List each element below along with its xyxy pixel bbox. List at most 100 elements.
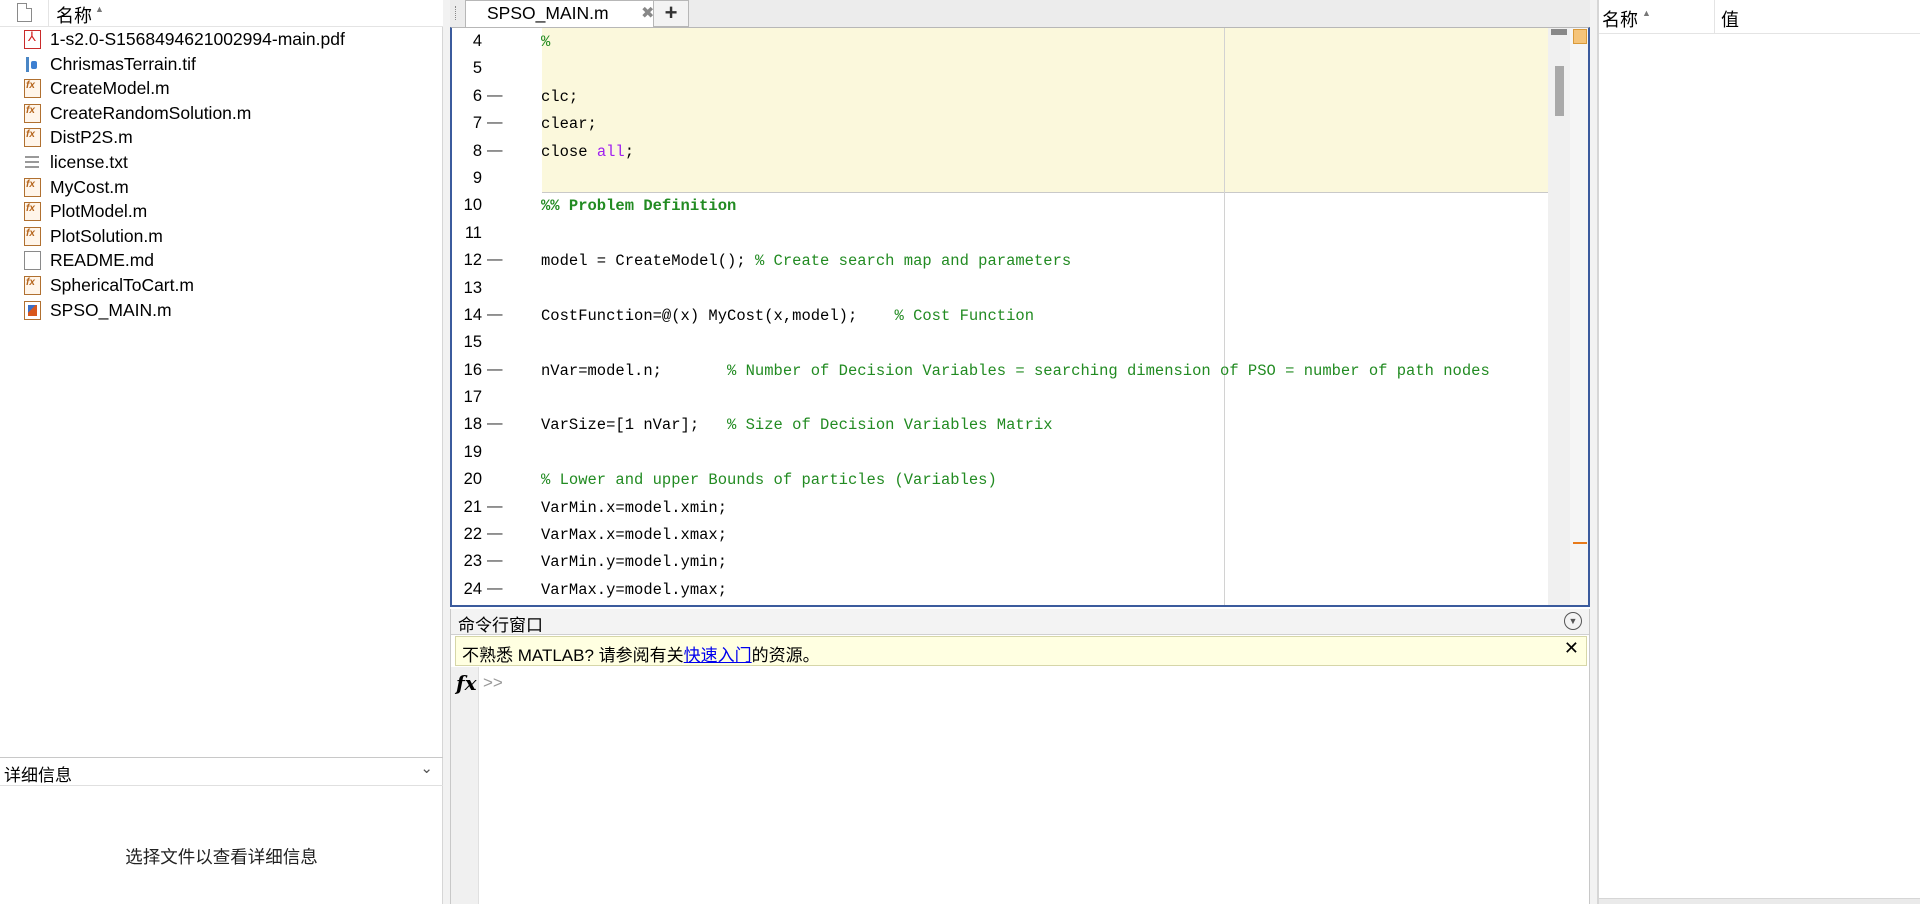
file-item[interactable]: MyCost.m — [0, 175, 443, 200]
file-type-column-icon[interactable] — [17, 3, 32, 22]
new-tab-button[interactable]: + — [653, 0, 689, 27]
panel-splitter-left[interactable] — [443, 0, 450, 904]
line-number[interactable]: 20 — [452, 470, 482, 489]
code-text[interactable]: VarMax.y=model.ymax; — [541, 581, 727, 599]
breakpoint-marker[interactable]: — — [487, 361, 503, 379]
getting-started-link[interactable]: 快速入门 — [684, 646, 752, 665]
file-item[interactable]: DistP2S.m — [0, 125, 443, 150]
line-number[interactable]: 16 — [452, 361, 482, 380]
breakpoint-marker[interactable]: — — [487, 306, 503, 324]
code-text[interactable]: VarMin.x=model.xmin; — [541, 499, 727, 517]
code-line[interactable]: 8 — close all; — [452, 138, 1548, 165]
chevron-down-icon[interactable]: ⌄ — [420, 759, 433, 777]
breakpoint-marker[interactable]: — — [487, 580, 503, 598]
code-text[interactable]: clear; — [541, 115, 597, 133]
code-line[interactable]: 10 %% Problem Definition — [452, 192, 1548, 219]
code-line[interactable]: 12 — model = CreateModel(); % Create searc… — [452, 247, 1548, 274]
code-line[interactable]: 16 — nVar=model.n; % Number of Decision Va… — [452, 357, 1548, 384]
split-handle[interactable] — [1551, 29, 1567, 35]
breakpoint-marker[interactable]: — — [487, 415, 503, 433]
file-item[interactable]: CreateRandomSolution.m — [0, 101, 443, 126]
code-line[interactable]: 11 — [452, 220, 1548, 247]
code-line[interactable]: 21 — VarMin.x=model.xmin; — [452, 494, 1548, 521]
function-browser-icon[interactable]: fx — [456, 671, 477, 695]
workspace-scrollbar[interactable] — [1599, 898, 1920, 904]
code-line[interactable]: 22 — VarMax.x=model.xmax; — [452, 521, 1548, 548]
file-item[interactable]: PlotModel.m — [0, 199, 443, 224]
line-number[interactable]: 8 — [452, 142, 482, 161]
file-item[interactable]: SPSO_MAIN.m — [0, 298, 443, 323]
tab-bar-grip[interactable] — [455, 6, 457, 20]
file-item[interactable]: ChrismasTerrain.tif — [0, 52, 443, 77]
code-line[interactable]: 14 — CostFunction=@(x) MyCost(x,model); % … — [452, 302, 1548, 329]
line-number[interactable]: 14 — [452, 306, 482, 325]
code-text[interactable]: model = CreateModel(); % Create search m… — [541, 252, 1071, 270]
line-number[interactable]: 22 — [452, 525, 482, 544]
code-text[interactable]: VarSize=[1 nVar]; % Size of Decision Var… — [541, 416, 1053, 434]
code-line[interactable]: 24 — VarMax.y=model.ymax; — [452, 576, 1548, 603]
code-line[interactable]: 18 — VarSize=[1 nVar]; % Size of Decision … — [452, 411, 1548, 438]
breakpoint-marker[interactable]: — — [487, 498, 503, 516]
code-text[interactable]: nVar=model.n; % Number of Decision Varia… — [541, 362, 1490, 380]
details-header[interactable]: 详细信息 ⌄ — [0, 758, 443, 786]
code-text[interactable]: CostFunction=@(x) MyCost(x,model); % Cos… — [541, 307, 1034, 325]
line-number[interactable]: 15 — [452, 333, 482, 352]
code-line[interactable]: 20 % Lower and upper Bounds of particles … — [452, 466, 1548, 493]
code-line[interactable]: 9 — [452, 165, 1548, 192]
line-number[interactable]: 7 — [452, 114, 482, 133]
line-number[interactable]: 18 — [452, 415, 482, 434]
code-editor[interactable]: 4% 5 6 — clc; 7 — clear; 8 — close all; 9 10 %% Probl… — [450, 27, 1590, 607]
code-line[interactable]: 5 — [452, 55, 1548, 82]
breakpoint-marker[interactable]: — — [487, 114, 503, 132]
file-item[interactable]: SphericalToCart.m — [0, 273, 443, 298]
code-text[interactable]: %% Problem Definition — [541, 197, 736, 215]
column-divider[interactable] — [1714, 0, 1715, 34]
line-number[interactable]: 10 — [452, 196, 482, 215]
code-text[interactable]: close all; — [541, 143, 634, 161]
code-text[interactable]: % — [541, 33, 550, 51]
code-line[interactable]: 7 — clear; — [452, 110, 1548, 137]
line-number[interactable]: 12 — [452, 251, 482, 270]
line-number[interactable]: 23 — [452, 552, 482, 571]
code-line[interactable]: 6 — clc; — [452, 83, 1548, 110]
file-item[interactable]: 1-s2.0-S1568494621002994-main.pdf — [0, 27, 443, 52]
code-line[interactable]: 17 — [452, 384, 1548, 411]
scrollbar-thumb[interactable] — [1555, 66, 1564, 116]
line-number[interactable]: 21 — [452, 498, 482, 517]
command-prompt[interactable]: >> — [483, 673, 503, 693]
line-number[interactable]: 11 — [452, 224, 482, 243]
warning-status-icon[interactable] — [1573, 29, 1587, 44]
code-text[interactable]: % Lower and upper Bounds of particles (V… — [541, 471, 997, 489]
panel-splitter-right[interactable] — [1590, 0, 1597, 904]
line-number[interactable]: 13 — [452, 279, 482, 298]
tab-spso-main[interactable]: SPSO_MAIN.m ✖ — [465, 0, 655, 27]
file-item[interactable]: PlotSolution.m — [0, 224, 443, 249]
code-text[interactable]: VarMin.y=model.ymin; — [541, 553, 727, 571]
breakpoint-marker[interactable]: — — [487, 142, 503, 160]
code-lines[interactable]: 4% 5 6 — clc; 7 — clear; 8 — close all; 9 10 %% Probl… — [452, 28, 1548, 603]
code-line[interactable]: 15 — [452, 329, 1548, 356]
breakpoint-marker[interactable]: — — [487, 251, 503, 269]
line-number[interactable]: 19 — [452, 443, 482, 462]
code-line[interactable]: 13 — [452, 275, 1548, 302]
code-line[interactable]: 4% — [452, 28, 1548, 55]
code-text[interactable]: clc; — [541, 88, 578, 106]
line-number[interactable]: 5 — [452, 59, 482, 78]
warning-marker[interactable] — [1573, 542, 1587, 544]
code-line[interactable]: 19 — [452, 439, 1548, 466]
workspace-name-column[interactable]: 名称 — [1602, 6, 1638, 32]
file-item[interactable]: README.md — [0, 248, 443, 273]
file-item[interactable]: CreateModel.m — [0, 76, 443, 101]
breakpoint-marker[interactable]: — — [487, 525, 503, 543]
breakpoint-marker[interactable]: — — [487, 552, 503, 570]
column-divider[interactable] — [48, 0, 49, 27]
close-icon[interactable]: ✕ — [1564, 638, 1579, 659]
name-column-header[interactable]: 名称 — [56, 2, 92, 28]
line-number[interactable]: 6 — [452, 87, 482, 106]
line-number[interactable]: 4 — [452, 32, 482, 51]
line-number[interactable]: 17 — [452, 388, 482, 407]
workspace-value-column[interactable]: 值 — [1721, 6, 1739, 32]
code-line[interactable]: 23 — VarMin.y=model.ymin; — [452, 548, 1548, 575]
file-item[interactable]: license.txt — [0, 150, 443, 175]
breakpoint-marker[interactable]: — — [487, 87, 503, 105]
